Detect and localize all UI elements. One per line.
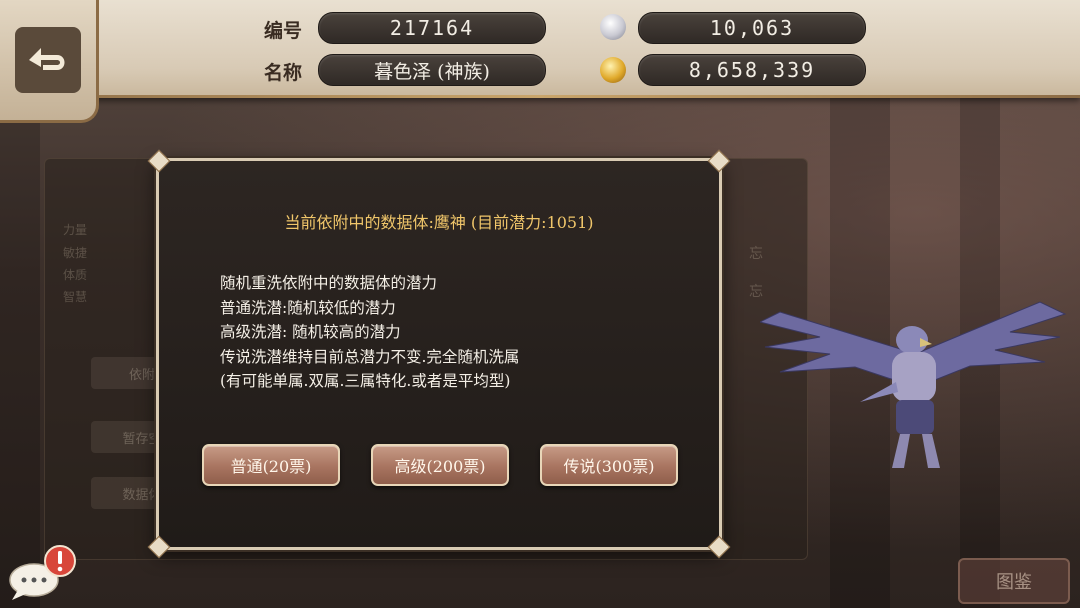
stat-label-strength: 力量	[63, 223, 88, 237]
advanced-reroll-button[interactable]: 高级(200票)	[371, 444, 509, 486]
description-line: 随机重洗依附中的数据体的潜力	[220, 274, 438, 292]
back-button[interactable]	[0, 0, 99, 123]
ticket-icon	[600, 14, 626, 40]
codex-button[interactable]: 图鉴	[958, 558, 1070, 604]
gold-count: 8,658,339	[638, 54, 866, 86]
alert-icon	[44, 545, 76, 577]
reroll-potential-dialog: 当前依附中的数据体:鹰神 (目前潜力:1051) 随机重洗依附中的数据体的潜力 …	[147, 149, 731, 559]
dialog-title: 当前依附中的数据体:鹰神 (目前潜力:1051)	[284, 213, 594, 232]
eagle-god-creature-icon	[760, 301, 1067, 468]
stat-label-agility: 敏捷	[63, 246, 88, 260]
name-label: 名称	[264, 62, 303, 84]
back-arrow-icon	[15, 27, 81, 93]
description-line: 传说洗潜维持目前总潜力不变.完全随机洗属	[220, 347, 520, 366]
name-value: 暮色泽 (神族)	[318, 54, 546, 86]
stat-label-wisdom: 智慧	[63, 290, 88, 304]
legend-reroll-button[interactable]: 传说(300票)	[540, 444, 678, 486]
dialog-description: 随机重洗依附中的数据体的潜力 普通洗潜:随机较低的潜力 高级洗潜: 随机较高的潜…	[220, 271, 519, 394]
stat-label-constitution: 体质	[63, 268, 88, 282]
forget-label-1: 忘	[749, 246, 763, 262]
description-line: (有可能单属.双属.三属特化.或者是平均型)	[220, 372, 511, 390]
chat-bubble-icon[interactable]	[6, 544, 80, 604]
description-line: 高级洗潜: 随机较高的潜力	[220, 323, 401, 341]
normal-reroll-button[interactable]: 普通(20票)	[202, 444, 340, 486]
gold-coin-icon	[600, 57, 626, 83]
ticket-count: 10,063	[638, 12, 866, 44]
description-line: 普通洗潜:随机较低的潜力	[220, 298, 396, 317]
id-label: 编号	[264, 20, 303, 42]
id-value: 217164	[318, 12, 546, 44]
